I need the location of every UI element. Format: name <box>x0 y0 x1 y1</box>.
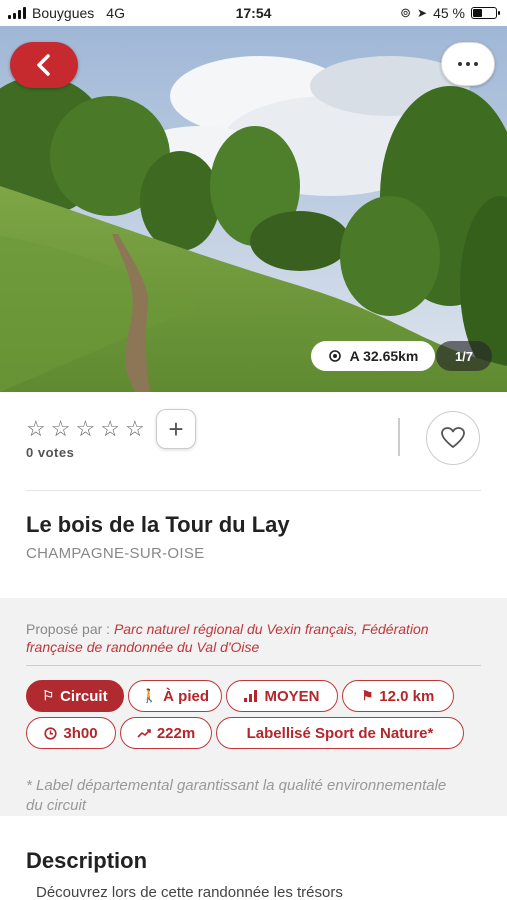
star-rating[interactable]: ☆ ☆ ☆ ☆ ☆ <box>26 418 145 440</box>
signpost-icon: ⚐ <box>42 688 55 703</box>
trail-photo[interactable] <box>0 26 507 392</box>
tag-label: À pied <box>163 687 210 705</box>
distance-badge[interactable]: A 32.65km <box>311 341 435 371</box>
tag-label: 12.0 km <box>379 687 435 705</box>
divider <box>26 665 481 666</box>
difficulty-bars-icon <box>244 690 258 702</box>
tag-difficulty[interactable]: MOYEN <box>226 680 338 712</box>
star-icon[interactable]: ☆ <box>51 418 71 440</box>
status-bar: Bouygues 4G 17:54 ⊚ ➤ 45 % <box>0 0 507 26</box>
heart-icon <box>441 427 465 448</box>
more-options-button[interactable] <box>441 42 495 86</box>
description-text: Découvrez lors de cette randonnée les tr… <box>36 884 343 900</box>
tag-walking[interactable]: 🚶 À pied <box>128 680 222 712</box>
star-icon[interactable]: ☆ <box>100 418 120 440</box>
star-icon[interactable]: ☆ <box>75 418 95 440</box>
divider <box>26 490 481 491</box>
photo-counter: 1/7 <box>436 341 492 371</box>
chevron-left-icon <box>37 54 50 76</box>
clock-icon <box>44 726 57 740</box>
distance-label: A 32.65km <box>349 348 419 364</box>
tag-label: Circuit <box>60 687 108 705</box>
elevation-trend-icon <box>137 729 151 738</box>
landscape-image <box>0 26 507 392</box>
tag-distance[interactable]: ⚑ 12.0 km <box>342 680 454 712</box>
trail-title: Le bois de la Tour du Lay <box>26 512 290 537</box>
tag-duration[interactable]: 3h00 <box>26 717 116 749</box>
tag-label: 222m <box>156 724 196 742</box>
star-icon[interactable]: ☆ <box>26 418 46 440</box>
battery-percent: 45 % <box>433 5 465 21</box>
divider <box>398 418 400 456</box>
target-location-icon <box>328 350 341 362</box>
description-heading: Description <box>26 848 148 873</box>
votes-count: 0 votes <box>26 445 75 460</box>
flag-icon: ⚑ <box>361 688 374 703</box>
footnote: * Label départemental garantissant la qu… <box>26 777 447 814</box>
walker-icon: 🚶 <box>140 688 158 703</box>
proposed-by: Proposé par : Parc naturel régional du V… <box>26 620 486 656</box>
plus-icon: + <box>168 413 184 444</box>
star-icon[interactable]: ☆ <box>125 418 145 440</box>
battery-icon <box>471 7 500 19</box>
back-button[interactable] <box>10 42 78 88</box>
add-rating-button[interactable]: + <box>156 409 196 449</box>
tag-label: Labellisé Sport de Nature* <box>246 724 434 742</box>
ellipsis-icon <box>458 62 462 66</box>
favorite-button[interactable] <box>426 411 480 465</box>
location-arrow-icon: ➤ <box>417 6 428 20</box>
tag-label: MOYEN <box>264 687 320 705</box>
proposed-by-label: Proposé par : <box>26 621 114 637</box>
tag-circuit[interactable]: ⚐ Circuit <box>26 680 124 712</box>
tag-label-sport-nature[interactable]: Labellisé Sport de Nature* <box>216 717 464 749</box>
tag-label: 3h00 <box>63 724 98 742</box>
tag-elevation[interactable]: 222m <box>120 717 212 749</box>
trail-location: CHAMPAGNE-SUR-OISE <box>26 545 205 562</box>
orientation-lock-icon: ⊚ <box>400 5 412 20</box>
